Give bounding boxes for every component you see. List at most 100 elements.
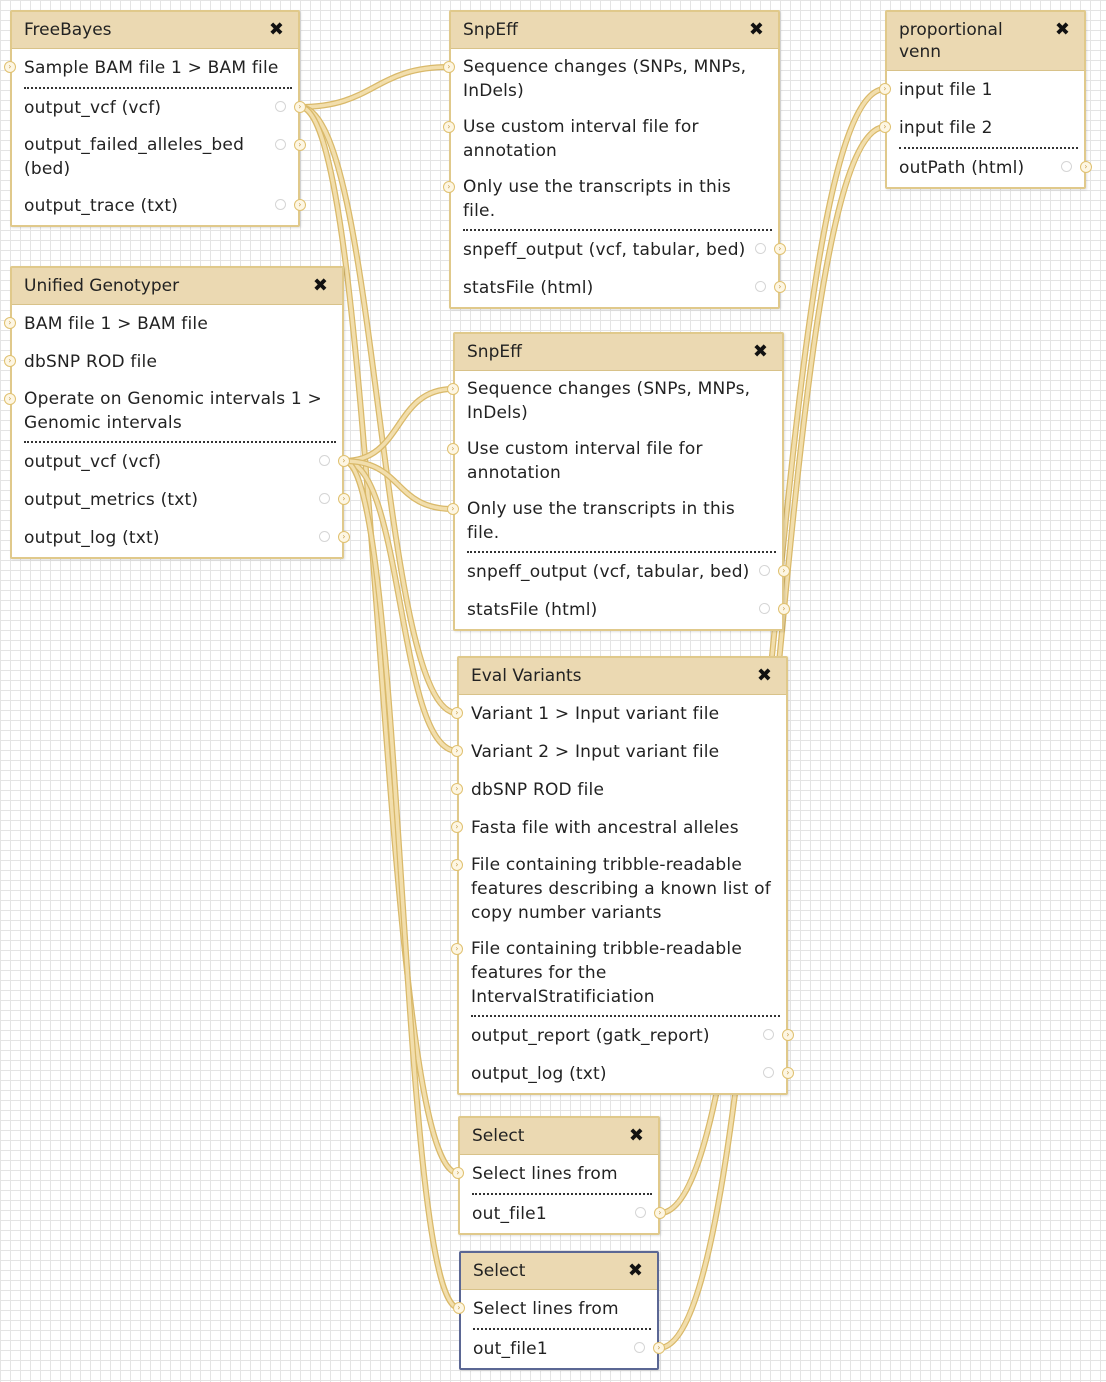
output-callout-icon[interactable] <box>1061 161 1072 172</box>
output-port-icon[interactable]: › <box>654 1207 666 1219</box>
output-terminal[interactable]: out_file1 › <box>472 1195 666 1233</box>
output-terminal[interactable]: snpeff_output (vcf, tabular, bed) › <box>467 553 790 591</box>
output-port-icon[interactable]: › <box>338 455 350 467</box>
close-icon[interactable]: ✖ <box>629 1125 644 1147</box>
output-terminal[interactable]: output_report (gatk_report) › <box>471 1017 794 1055</box>
input-port-icon[interactable]: › <box>452 1167 464 1179</box>
input-port-icon[interactable]: › <box>451 859 463 871</box>
output-terminal[interactable]: output_failed_alleles_bed (bed) › <box>24 127 306 187</box>
output-terminal[interactable]: output_trace (txt) › <box>24 187 306 225</box>
input-terminal[interactable]: › input file 2 <box>879 109 1078 147</box>
input-terminal[interactable]: › Select lines from <box>453 1290 651 1328</box>
node-title[interactable]: Select ✖ <box>460 1118 658 1155</box>
output-callout-icon[interactable] <box>759 603 770 614</box>
output-terminal[interactable]: snpeff_output (vcf, tabular, bed) › <box>463 231 786 269</box>
input-terminal[interactable]: › Sequence changes (SNPs, MNPs, InDels) <box>443 49 772 109</box>
input-terminal[interactable]: › Operate on Genomic intervals 1 > Genomi… <box>4 381 336 441</box>
output-port-icon[interactable]: › <box>778 603 790 615</box>
input-port-icon[interactable]: › <box>447 443 459 455</box>
input-port-icon[interactable]: › <box>451 821 463 833</box>
output-callout-icon[interactable] <box>763 1067 774 1078</box>
close-icon[interactable]: ✖ <box>749 19 764 41</box>
input-port-icon[interactable]: › <box>451 707 463 719</box>
output-terminal[interactable]: outPath (html) › <box>899 149 1092 187</box>
input-port-icon[interactable]: › <box>4 61 16 73</box>
output-port-icon[interactable]: › <box>294 139 306 151</box>
input-port-icon[interactable]: › <box>4 393 16 405</box>
output-callout-icon[interactable] <box>759 565 770 576</box>
node-title[interactable]: Eval Variants ✖ <box>459 658 786 695</box>
node-select-2[interactable]: Select ✖ › Select lines from out_file1 › <box>453 1251 665 1370</box>
output-terminal[interactable]: out_file1 › <box>473 1330 665 1368</box>
input-port-icon[interactable]: › <box>443 61 455 73</box>
output-callout-icon[interactable] <box>275 199 286 210</box>
close-icon[interactable]: ✖ <box>269 19 284 41</box>
input-port-icon[interactable]: › <box>879 83 891 95</box>
output-port-icon[interactable]: › <box>338 493 350 505</box>
close-icon[interactable]: ✖ <box>753 341 768 363</box>
output-callout-icon[interactable] <box>275 139 286 150</box>
node-snpeff-2[interactable]: SnpEff ✖ › Sequence changes (SNPs, MNPs, In… <box>447 332 790 631</box>
input-terminal[interactable]: › File containing tribble-readable featur… <box>451 931 780 1015</box>
close-icon[interactable]: ✖ <box>313 275 328 297</box>
output-terminal[interactable]: output_metrics (txt) › <box>24 481 350 519</box>
output-callout-icon[interactable] <box>319 531 330 542</box>
node-title[interactable]: proportional venn ✖ <box>887 12 1084 71</box>
output-callout-icon[interactable] <box>634 1342 645 1353</box>
input-terminal[interactable]: › Only use the transcripts in this file. <box>443 169 772 229</box>
input-port-icon[interactable]: › <box>447 383 459 395</box>
input-port-icon[interactable]: › <box>879 121 891 133</box>
output-terminal[interactable]: statsFile (html) › <box>467 591 790 629</box>
output-callout-icon[interactable] <box>635 1207 646 1218</box>
input-terminal[interactable]: › Variant 1 > Input variant file <box>451 695 780 733</box>
output-terminal[interactable]: output_vcf (vcf) › <box>24 89 306 127</box>
output-callout-icon[interactable] <box>755 243 766 254</box>
close-icon[interactable]: ✖ <box>1055 19 1070 41</box>
output-callout-icon[interactable] <box>319 455 330 466</box>
output-port-icon[interactable]: › <box>778 565 790 577</box>
input-terminal[interactable]: › Sample BAM file 1 > BAM file <box>4 49 292 87</box>
input-port-icon[interactable]: › <box>451 783 463 795</box>
output-terminal[interactable]: output_log (txt) › <box>471 1055 794 1093</box>
output-port-icon[interactable]: › <box>653 1342 665 1354</box>
output-terminal[interactable]: statsFile (html) › <box>463 269 786 307</box>
input-port-icon[interactable]: › <box>451 745 463 757</box>
workflow-canvas[interactable]: FreeBayes ✖ › Sample BAM file 1 > BAM file o… <box>0 0 1106 1382</box>
node-freebayes[interactable]: FreeBayes ✖ › Sample BAM file 1 > BAM file o… <box>4 10 306 227</box>
input-terminal[interactable]: › Only use the transcripts in this file. <box>447 491 776 551</box>
output-port-icon[interactable]: › <box>774 243 786 255</box>
output-port-icon[interactable]: › <box>774 281 786 293</box>
output-port-icon[interactable]: › <box>338 531 350 543</box>
input-terminal[interactable]: › File containing tribble-readable featur… <box>451 847 780 931</box>
output-terminal[interactable]: output_vcf (vcf) › <box>24 443 350 481</box>
node-proportional-venn[interactable]: proportional venn ✖ › input file 1 › input fi… <box>879 10 1092 189</box>
input-port-icon[interactable]: › <box>4 317 16 329</box>
output-port-icon[interactable]: › <box>782 1067 794 1079</box>
input-terminal[interactable]: › input file 1 <box>879 71 1078 109</box>
close-icon[interactable]: ✖ <box>628 1260 643 1282</box>
node-snpeff-1[interactable]: SnpEff ✖ › Sequence changes (SNPs, MNPs, In… <box>443 10 786 309</box>
node-title[interactable]: SnpEff ✖ <box>451 12 778 49</box>
output-callout-icon[interactable] <box>275 101 286 112</box>
output-port-icon[interactable]: › <box>1080 161 1092 173</box>
input-port-icon[interactable]: › <box>451 943 463 955</box>
node-select-1[interactable]: Select ✖ › Select lines from out_file1 › <box>452 1116 666 1235</box>
input-terminal[interactable]: › dbSNP ROD file <box>451 771 780 809</box>
close-icon[interactable]: ✖ <box>757 665 772 687</box>
input-terminal[interactable]: › Sequence changes (SNPs, MNPs, InDels) <box>447 371 776 431</box>
node-eval-variants[interactable]: Eval Variants ✖ › Variant 1 > Input variant… <box>451 656 794 1095</box>
node-title[interactable]: Select ✖ <box>461 1253 657 1290</box>
input-port-icon[interactable]: › <box>447 503 459 515</box>
output-port-icon[interactable]: › <box>294 199 306 211</box>
input-port-icon[interactable]: › <box>4 355 16 367</box>
output-callout-icon[interactable] <box>763 1029 774 1040</box>
output-terminal[interactable]: output_log (txt) › <box>24 519 350 557</box>
input-terminal[interactable]: › Variant 2 > Input variant file <box>451 733 780 771</box>
node-unified-genotyper[interactable]: Unified Genotyper ✖ › BAM file 1 > BAM file… <box>4 266 350 559</box>
input-terminal[interactable]: › Use custom interval file for annotation <box>447 431 776 491</box>
input-terminal[interactable]: › BAM file 1 > BAM file <box>4 305 336 343</box>
node-title[interactable]: Unified Genotyper ✖ <box>12 268 342 305</box>
output-callout-icon[interactable] <box>755 281 766 292</box>
input-terminal[interactable]: › Select lines from <box>452 1155 652 1193</box>
input-terminal[interactable]: › Use custom interval file for annotation <box>443 109 772 169</box>
